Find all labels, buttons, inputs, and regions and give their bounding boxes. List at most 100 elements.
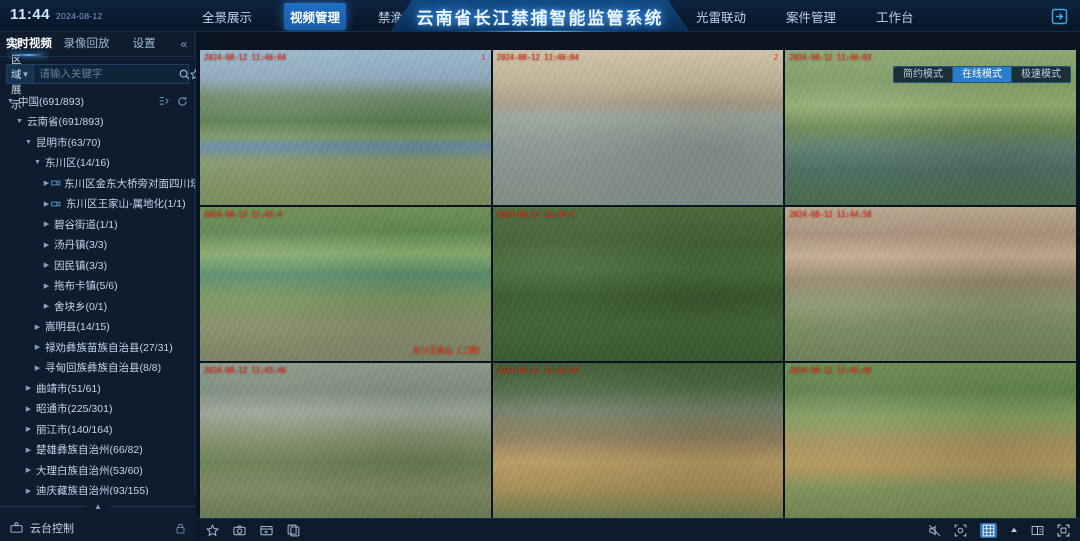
mute-icon[interactable] xyxy=(928,524,941,537)
nav-item-case-management[interactable]: 案件管理 xyxy=(780,3,842,30)
video-cell-8[interactable]: 2024-08-12 11:45:46 xyxy=(492,363,784,518)
sidebar-tab-live-video[interactable]: 实时视频 xyxy=(0,32,58,56)
chevron-down-icon: ▼ xyxy=(21,69,30,79)
sidebar-search-row: 按区域展示 ▼ xyxy=(6,39,202,111)
chevron-down-icon[interactable]: ▼ xyxy=(24,139,33,146)
tree-node[interactable]: ▼ 东川区(14/16) xyxy=(0,153,195,174)
chevron-right-icon[interactable]: ▶ xyxy=(42,241,51,249)
layout-grid-icon[interactable] xyxy=(980,522,997,538)
handle-line-left xyxy=(0,505,87,507)
tree-node[interactable]: ▶ 丽江市(140/164) xyxy=(0,419,195,440)
chevron-right-icon[interactable]: ▶ xyxy=(33,343,42,351)
nav-item-optical-radar[interactable]: 光雷联动 xyxy=(690,3,752,30)
header-clock: 11:44 2024-08-12 xyxy=(10,6,103,23)
ptz-label: 云台控制 xyxy=(30,523,74,535)
tree-node[interactable]: ▶ 碧谷街道(1/1) xyxy=(0,214,195,235)
tree-node[interactable]: ▶ 舍块乡(0/1) xyxy=(0,296,195,317)
tree-node[interactable]: ▶ 楚雄彝族自治州(66/82) xyxy=(0,440,195,461)
nav-item-video-management[interactable]: 视频管理 xyxy=(284,2,347,30)
ptz-panel-handle[interactable]: ▲ xyxy=(0,501,197,511)
record-icon[interactable] xyxy=(260,524,273,537)
chevron-right-icon[interactable]: ▶ xyxy=(33,323,42,331)
search-icon[interactable] xyxy=(179,65,190,83)
tree-node-label: 汤丹镇(3/3) xyxy=(54,239,108,252)
chevron-right-icon[interactable]: ▶ xyxy=(42,302,51,310)
sidebar-tab-playback[interactable]: 录像回放 xyxy=(58,32,116,56)
mode-button-fast[interactable]: 极速模式 xyxy=(1012,67,1070,82)
chevron-right-icon[interactable]: ▶ xyxy=(24,446,33,454)
system-title-banner: 云南省长江禁捕智能监管系统 xyxy=(390,0,690,32)
video-frame-image xyxy=(200,363,491,518)
video-cell-2[interactable]: 2024-08-12 11:46:04 2 xyxy=(492,50,784,205)
mode-button-simple[interactable]: 简约模式 xyxy=(894,67,953,82)
zoom-region-icon[interactable] xyxy=(954,524,967,537)
tree-node[interactable]: ▶ 大理白族自治州(53/60) xyxy=(0,460,195,481)
chevron-down-icon[interactable]: ▼ xyxy=(33,159,42,166)
logout-icon[interactable] xyxy=(1051,8,1068,25)
chevron-up-icon: ▲ xyxy=(94,501,102,511)
chevron-right-icon[interactable]: ▶ xyxy=(42,282,51,290)
refresh-icon[interactable] xyxy=(177,96,188,107)
video-cell-7[interactable]: 2024-08-12 11:45:46 xyxy=(200,363,491,518)
mode-button-online[interactable]: 在线模式 xyxy=(953,67,1012,82)
tree-node[interactable]: ▶ 寻甸回族彝族自治县(8/8) xyxy=(0,358,195,379)
tree-node[interactable]: ▼ 云南省(691/893) xyxy=(0,112,195,133)
tree-node[interactable]: ▶ 东川区王家山-属地化(1/1) xyxy=(0,194,195,215)
tree-node-label: 丽江市(140/164) xyxy=(36,423,113,436)
chevron-right-icon[interactable]: ▶ xyxy=(24,487,33,495)
lock-icon[interactable] xyxy=(175,523,186,534)
sidebar-tab-settings[interactable]: 设置 xyxy=(115,32,173,56)
tree-node[interactable]: ▶ 昭通市(225/301) xyxy=(0,399,195,420)
copy-icon[interactable] xyxy=(287,524,300,537)
chevron-right-icon[interactable]: ▶ xyxy=(42,261,51,269)
camera-icon[interactable] xyxy=(233,524,246,537)
video-frame-image xyxy=(200,206,491,362)
chevron-right-icon[interactable]: ▶ xyxy=(33,364,42,372)
star-icon[interactable] xyxy=(206,523,219,537)
tree-node[interactable]: ▶ 东川区金东大桥旁对面四川塔-... (1/1) xyxy=(0,173,195,194)
chevron-down-icon[interactable]: ▼ xyxy=(6,98,15,105)
video-cell-6[interactable]: 2024-08-12 11:44:58 xyxy=(785,206,1076,362)
left-sidebar: 实时视频 录像回放 设置 « 按区域展示 ▼ ▼中国(691/893)▼云南省(… xyxy=(0,32,202,541)
video-grid: 2024-08-12 11:46:04 1 2024-08-12 11:46:04 2… xyxy=(200,50,1076,518)
tree-node-label: 东川区王家山-属地化(1/1) xyxy=(66,198,186,211)
chevron-right-icon[interactable]: ▶ xyxy=(42,220,51,228)
chevron-right-icon[interactable]: ▶ xyxy=(24,384,33,392)
chevron-right-icon[interactable]: ▶ xyxy=(24,466,33,474)
tree-node[interactable]: ▶ 禄劝彝族苗族自治县(27/31) xyxy=(0,337,195,358)
tree-node-label: 嵩明县(14/15) xyxy=(45,321,110,334)
ptz-control-row[interactable]: 云台控制 xyxy=(0,515,196,541)
clock-time: 11:44 xyxy=(10,6,51,23)
tree-node[interactable]: ▶ 曲靖市(51/61) xyxy=(0,378,195,399)
video-cell-4[interactable]: 2024-08-12 11:45:4 东川王家山（二期） xyxy=(200,206,491,362)
layout-caret-icon[interactable] xyxy=(1010,526,1018,534)
search-input[interactable] xyxy=(34,65,180,83)
page-title: 云南省长江禁捕智能监管系统 xyxy=(416,8,664,29)
tree-node[interactable]: ▶ 汤丹镇(3/3) xyxy=(0,235,195,256)
expand-all-icon[interactable] xyxy=(159,96,170,107)
chevron-right-icon[interactable]: ▶ xyxy=(42,200,51,208)
video-cell-5[interactable]: 2024-08-12 11:45:4 xyxy=(492,206,784,362)
chevron-right-icon[interactable]: ▶ xyxy=(24,425,33,433)
tree-node[interactable]: ▶ 因民镇(3/3) xyxy=(0,255,195,276)
display-mode-switch: 简约模式 在线模式 极速模式 xyxy=(893,66,1071,83)
tree-node[interactable]: ▼ 昆明市(63/70) xyxy=(0,132,195,153)
video-timestamp: 2024-08-12 11:45:46 xyxy=(496,366,579,376)
tree-node-label: 碧谷街道(1/1) xyxy=(54,218,118,231)
tree-node-label: 迪庆藏族自治州(93/155) xyxy=(36,485,149,495)
tree-node[interactable]: ▶ 嵩明县(14/15) xyxy=(0,317,195,338)
nav-item-panorama[interactable]: 全景展示 xyxy=(196,3,258,30)
tree-node[interactable]: ▶ 拖布卡镇(5/6) xyxy=(0,276,195,297)
sidebar-collapse-icon[interactable]: « xyxy=(173,37,195,51)
tree-node[interactable]: ▼ 中国(691/893) xyxy=(0,91,195,112)
fullscreen-icon[interactable] xyxy=(1057,524,1070,537)
nav-item-workbench[interactable]: 工作台 xyxy=(870,3,920,30)
region-filter-select[interactable]: 按区域展示 ▼ xyxy=(7,39,35,111)
chevron-down-icon[interactable]: ▼ xyxy=(15,118,24,125)
split-screen-icon[interactable] xyxy=(1031,524,1044,537)
tree-node[interactable]: ▶ 迪庆藏族自治州(93/155) xyxy=(0,481,195,495)
video-cell-9[interactable]: 2024-08-12 11:45:46 xyxy=(785,363,1076,518)
video-cell-1[interactable]: 2024-08-12 11:46:04 1 xyxy=(200,50,491,205)
chevron-right-icon[interactable]: ▶ xyxy=(24,405,33,413)
chevron-right-icon[interactable]: ▶ xyxy=(42,179,51,187)
